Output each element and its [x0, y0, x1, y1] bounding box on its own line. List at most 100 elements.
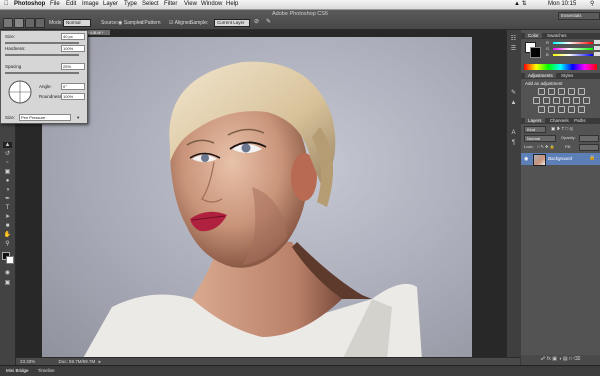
mode-select[interactable]: Normal — [63, 19, 91, 27]
spotlight-icon[interactable]: ⚲ — [590, 0, 594, 9]
doc-size[interactable]: Doc: 59.7M/59.7M — [59, 359, 96, 364]
color-balance-icon[interactable] — [543, 97, 550, 104]
layer-filter-kind[interactable]: Kind — [524, 126, 546, 133]
channel-mixer-icon[interactable] — [573, 97, 580, 104]
trash-icon[interactable]: ⌫ — [573, 356, 580, 362]
document-tab[interactable]: HUB.tif * — [86, 30, 110, 35]
green-value[interactable] — [594, 46, 600, 50]
document-canvas[interactable] — [42, 37, 472, 360]
tab-channels[interactable]: Channels — [550, 118, 569, 123]
pressure-icon[interactable]: ✎ — [266, 19, 271, 25]
invert-icon[interactable] — [538, 106, 545, 113]
hardness-field[interactable]: 100% — [61, 45, 85, 52]
tab-mini-bridge[interactable]: Mini Bridge — [6, 368, 29, 373]
gradient-tool-icon[interactable]: ▣ — [3, 169, 12, 175]
aligned-checkbox[interactable]: ☑ Aligned — [169, 20, 191, 26]
tab-color[interactable]: Color — [525, 33, 542, 38]
menu-edit[interactable]: Edit — [66, 0, 76, 9]
hardness-slider[interactable] — [5, 54, 79, 56]
green-slider[interactable] — [553, 48, 593, 50]
brush-panel-toggle-icon[interactable] — [25, 18, 35, 28]
zoom-level[interactable]: 23.33% — [20, 359, 35, 364]
hand-tool-icon[interactable]: ✋ — [3, 232, 12, 238]
size-slider[interactable] — [5, 42, 79, 44]
spacing-slider[interactable] — [5, 72, 79, 74]
blur-tool-icon[interactable]: ● — [3, 178, 12, 184]
history-panel-icon[interactable]: ☷ — [509, 36, 518, 42]
selective-color-icon[interactable] — [578, 106, 585, 113]
levels-icon[interactable] — [548, 88, 555, 95]
fill-field[interactable] — [579, 144, 599, 151]
opacity-field[interactable] — [579, 135, 599, 142]
group-icon[interactable]: ▤ — [563, 356, 568, 362]
quick-mask-icon[interactable]: ◉ — [3, 270, 12, 276]
blue-value[interactable] — [594, 52, 600, 56]
menu-view[interactable]: View — [184, 0, 197, 9]
properties-panel-icon[interactable]: ☰ — [509, 46, 518, 52]
layer-filter-icons[interactable]: ▣ ❥ T □ ◎ — [551, 126, 573, 132]
background-color-swatch[interactable] — [6, 256, 14, 264]
hue-saturation-icon[interactable] — [533, 97, 540, 104]
workspace-select[interactable]: Essentials — [558, 12, 600, 20]
curves-icon[interactable] — [558, 88, 565, 95]
tab-styles[interactable]: Styles — [561, 73, 573, 78]
red-value[interactable] — [594, 40, 600, 44]
menu-help[interactable]: Help — [226, 0, 238, 9]
menu-layer[interactable]: Layer — [103, 0, 118, 9]
eye-visibility-icon[interactable]: ◉ — [524, 156, 528, 162]
pattern-radio[interactable]: ○ Pattern — [140, 20, 161, 26]
red-slider[interactable] — [553, 42, 593, 44]
spacing-field[interactable]: 25% — [61, 63, 85, 70]
adjustment-layer-icon[interactable]: ◑ — [558, 356, 561, 362]
layer-style-icon[interactable]: fx — [547, 356, 551, 362]
menu-image[interactable]: Image — [82, 0, 99, 9]
size-control-select[interactable]: Pen Pressure — [19, 114, 71, 121]
shape-tool-icon[interactable]: ■ — [3, 223, 12, 229]
pen-tool-icon[interactable]: ✒ — [3, 196, 12, 202]
new-layer-icon[interactable]: □ — [569, 356, 572, 362]
ignore-adjustments-icon[interactable]: ⊘ — [254, 19, 259, 25]
menu-filter[interactable]: Filter — [164, 0, 177, 9]
blue-slider[interactable] — [553, 54, 593, 56]
angle-field[interactable]: 0° — [61, 83, 85, 90]
blend-mode-select[interactable]: Normal — [524, 135, 556, 142]
photo-filter-icon[interactable] — [563, 97, 570, 104]
black-white-icon[interactable] — [553, 97, 560, 104]
color-lookup-icon[interactable] — [583, 97, 590, 104]
sample-select[interactable]: Current Layer — [214, 19, 250, 27]
menu-file[interactable]: File — [50, 0, 60, 9]
clone-source-panel-icon[interactable]: ▲ — [509, 100, 518, 106]
menu-app[interactable]: Photoshop — [14, 0, 45, 9]
menu-type[interactable]: Type — [124, 0, 137, 9]
clone-stamp-tool-icon[interactable]: ▲ — [3, 142, 12, 148]
character-panel-icon[interactable]: A — [509, 130, 518, 136]
exposure-icon[interactable] — [568, 88, 575, 95]
brush-angle-preview[interactable] — [7, 79, 33, 105]
tab-paths[interactable]: Paths — [574, 118, 586, 123]
brush-preset-picker[interactable] — [14, 18, 24, 28]
roundness-field[interactable]: 100% — [61, 93, 85, 100]
eraser-tool-icon[interactable]: ▫ — [3, 160, 12, 166]
size-field[interactable]: 40 px — [61, 33, 85, 40]
layer-row-background[interactable]: ◉ Background 🔒 — [521, 153, 600, 166]
apple-icon[interactable]:  — [4, 0, 9, 9]
menu-select[interactable]: Select — [142, 0, 159, 9]
path-select-tool-icon[interactable]: ➤ — [3, 214, 12, 220]
brush-panel-icon[interactable]: ✎ — [509, 90, 518, 96]
menu-window[interactable]: Window — [201, 0, 222, 9]
layer-mask-icon[interactable]: ▣ — [552, 356, 557, 362]
vibrance-icon[interactable] — [578, 88, 585, 95]
chevron-down-icon[interactable]: ▾ — [77, 115, 79, 120]
tool-preset-icon[interactable] — [3, 18, 13, 28]
brightness-contrast-icon[interactable] — [538, 88, 545, 95]
zoom-tool-icon[interactable]: ⚲ — [3, 241, 12, 247]
posterize-icon[interactable] — [548, 106, 555, 113]
screen-mode-icon[interactable]: ▣ — [3, 280, 12, 286]
gradient-map-icon[interactable] — [568, 106, 575, 113]
status-menu-icon[interactable]: ▸ — [99, 359, 101, 364]
tab-adjustments[interactable]: Adjustments — [525, 73, 556, 78]
history-brush-tool-icon[interactable]: ↺ — [3, 151, 12, 157]
type-tool-icon[interactable]: T — [3, 205, 12, 211]
layer-name[interactable]: Background — [548, 156, 572, 161]
tab-swatches[interactable]: Swatches — [547, 33, 567, 38]
